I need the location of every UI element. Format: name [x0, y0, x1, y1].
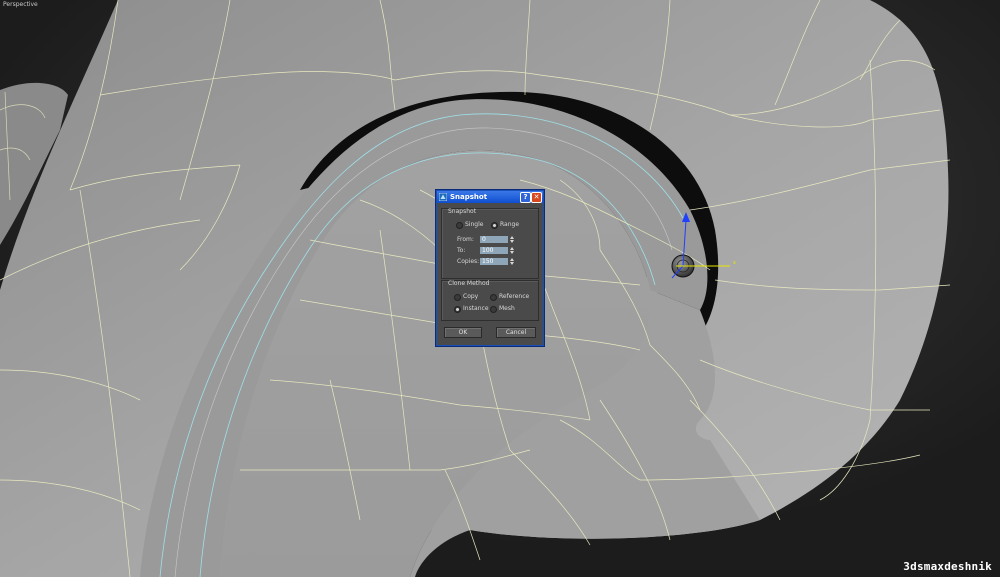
copy-label: Copy: [463, 293, 479, 300]
viewport-label[interactable]: Perspective: [3, 1, 38, 8]
copies-spinner-input[interactable]: 150: [480, 258, 508, 265]
from-spinner-input[interactable]: 0: [480, 236, 508, 243]
clone-method-group-label: Clone Method: [448, 280, 490, 287]
watermark-text: 3dsmaxdeshnik: [903, 560, 992, 573]
copies-spinner-arrows[interactable]: [509, 258, 514, 265]
ok-button[interactable]: OK: [444, 327, 482, 338]
mesh-label: Mesh: [499, 305, 515, 312]
dialog-titlebar[interactable]: Snapshot ? ✕: [437, 191, 543, 203]
snapshot-dialog: Snapshot ? ✕ Snapshot Single Range From:…: [436, 190, 544, 346]
clone-method-group: Clone Method Copy Reference Instance Mes…: [441, 280, 539, 321]
from-spinner-arrows[interactable]: [509, 236, 514, 243]
single-label: Single: [465, 221, 484, 228]
snapshot-group: Snapshot Single Range From: 0 To: 100 Co…: [441, 208, 539, 279]
reference-radio[interactable]: [490, 294, 497, 301]
to-spinner-arrows[interactable]: [509, 247, 514, 254]
instance-radio[interactable]: [454, 306, 461, 313]
to-spinner-input[interactable]: 100: [480, 247, 508, 254]
single-radio[interactable]: [456, 222, 463, 229]
dialog-title: Snapshot: [450, 193, 488, 201]
range-label: Range: [500, 221, 520, 228]
copy-radio[interactable]: [454, 294, 461, 301]
copies-label: Copies:: [457, 258, 480, 265]
to-label: To:: [457, 247, 466, 254]
snapshot-app-icon: [439, 193, 447, 201]
help-button[interactable]: ?: [520, 192, 531, 203]
from-label: From:: [457, 236, 474, 243]
instance-label: Instance: [463, 305, 489, 312]
mesh-radio[interactable]: [490, 306, 497, 313]
gizmo-x-label: x: [733, 260, 736, 266]
close-button[interactable]: ✕: [531, 192, 542, 203]
range-radio[interactable]: [491, 222, 498, 229]
reference-label: Reference: [499, 293, 530, 300]
cancel-button[interactable]: Cancel: [496, 327, 536, 338]
snapshot-group-label: Snapshot: [448, 208, 477, 215]
